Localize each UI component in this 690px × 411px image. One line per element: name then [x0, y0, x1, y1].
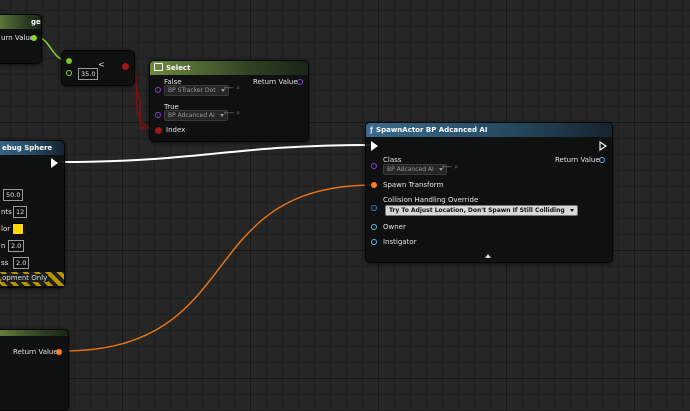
- select-node[interactable]: Select False BP STracker Dot ⟵ ⌕ Return …: [149, 60, 309, 142]
- index-label: Index: [166, 126, 186, 134]
- class-dropdown[interactable]: BP Adcanced AI: [383, 164, 447, 175]
- instigator-pin[interactable]: [371, 239, 377, 245]
- owner-label: Owner: [383, 223, 406, 231]
- true-pin[interactable]: [155, 112, 161, 118]
- partial-function-node-top-left[interactable]: ge urn Value: [0, 14, 42, 64]
- return-value-label: Return Value: [13, 348, 58, 356]
- select-node-header: Select: [150, 61, 308, 75]
- exec-wire: [59, 144, 374, 163]
- select-node-title: Select: [166, 64, 191, 72]
- class-pin[interactable]: [371, 163, 377, 169]
- true-class-dropdown[interactable]: BP Adcanced AI: [164, 110, 228, 121]
- development-only-label: opment Only: [1, 274, 49, 282]
- duration-input[interactable]: 2.0: [8, 240, 25, 252]
- thickness-input[interactable]: 2.0: [13, 257, 30, 269]
- owner-pin[interactable]: [371, 224, 377, 230]
- class-label: Class: [383, 156, 402, 164]
- browse-icon[interactable]: ⟵ ⌕: [224, 109, 240, 118]
- input-a-pin[interactable]: [66, 58, 72, 64]
- segments-input[interactable]: 12: [13, 206, 28, 218]
- return-value-pin[interactable]: [56, 349, 62, 355]
- browse-icon[interactable]: ⟵ ⌕: [442, 163, 458, 172]
- return-value-label: Return Value: [555, 156, 600, 164]
- node-header: [0, 330, 68, 336]
- spawn-actor-header: ƒ SpawnActor BP Adcanced AI: [366, 123, 612, 137]
- thickness-label: ss: [1, 259, 9, 267]
- select-icon: [154, 63, 163, 71]
- color-label: lor: [1, 225, 11, 233]
- color-swatch[interactable]: [12, 223, 24, 235]
- exec-in-pin[interactable]: [371, 141, 378, 151]
- node-title: ge: [0, 15, 41, 29]
- spawn-actor-title: SpawnActor BP Adcanced AI: [376, 126, 488, 134]
- spawn-transform-pin[interactable]: [371, 182, 377, 188]
- collision-dropdown[interactable]: Try To Adjust Location, Don't Spawn If S…: [385, 205, 578, 216]
- false-class-dropdown[interactable]: BP STracker Dot: [164, 85, 229, 96]
- false-pin[interactable]: [155, 87, 161, 93]
- instigator-label: Instigator: [383, 238, 417, 246]
- operator-symbol: <: [98, 60, 105, 69]
- return-value-label: urn Value: [1, 34, 35, 42]
- return-value-pin[interactable]: [31, 35, 37, 41]
- partial-function-node-bottom-left[interactable]: Return Value: [0, 329, 69, 411]
- exec-out-pin[interactable]: [51, 158, 58, 168]
- collision-label: Collision Handling Override: [383, 196, 479, 204]
- duration-label: n: [1, 242, 6, 250]
- return-value-pin[interactable]: [599, 157, 605, 163]
- debug-sphere-title: ebug Sphere: [0, 141, 64, 155]
- collision-pin[interactable]: [371, 205, 377, 211]
- return-value-label: Return Value: [253, 78, 298, 86]
- spawn-actor-node[interactable]: ƒ SpawnActor BP Adcanced AI Class BP Adca…: [365, 122, 613, 263]
- compare-value-input[interactable]: 35.0: [78, 68, 99, 80]
- return-value-pin[interactable]: [297, 79, 303, 85]
- expand-arrow-icon[interactable]: [485, 254, 491, 258]
- spawn-transform-label: Spawn Transform: [383, 181, 444, 189]
- compare-float-node[interactable]: 35.0 <: [61, 50, 135, 86]
- segments-label: nts: [1, 208, 12, 216]
- index-pin[interactable]: [155, 127, 162, 134]
- exec-out-pin[interactable]: [599, 141, 607, 151]
- dropdown-arrow-icon: [569, 209, 574, 212]
- bool-output-pin[interactable]: [122, 63, 129, 70]
- browse-icon[interactable]: ⟵ ⌕: [224, 84, 240, 93]
- function-icon: ƒ: [370, 126, 374, 134]
- radius-input[interactable]: 50.0: [3, 189, 24, 201]
- draw-debug-sphere-node[interactable]: ebug Sphere 50.0 nts 12 lor n 2.0 ss 2.0…: [0, 140, 65, 288]
- struct-wire: [61, 184, 375, 352]
- input-b-pin[interactable]: [66, 70, 72, 76]
